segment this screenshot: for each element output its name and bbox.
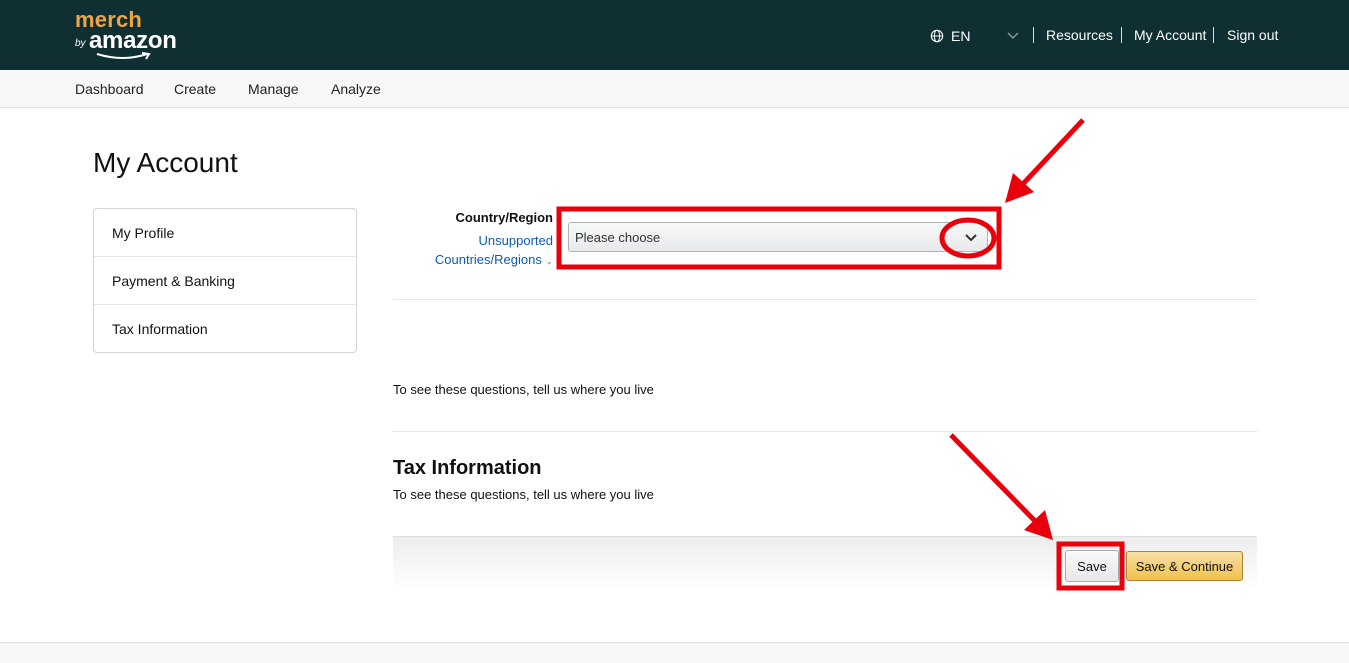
chevron-down-icon[interactable]	[961, 229, 981, 247]
logo-by-text: by	[75, 38, 86, 49]
sidebar-item-label: My Profile	[112, 224, 175, 241]
country-region-label: Country/Region	[455, 210, 554, 225]
account-sidebar: My Profile Payment & Banking Tax Informa…	[93, 208, 357, 353]
nav-analyze[interactable]: Analyze	[331, 81, 381, 97]
globe-icon	[930, 29, 944, 43]
my-account-link[interactable]: My Account	[1134, 24, 1206, 46]
unsupported-countries-link[interactable]: Unsupported Countries/Regions ⌄	[393, 231, 553, 271]
resources-link[interactable]: Resources	[1046, 24, 1113, 46]
tax-prompt: To see these questions, tell us where yo…	[393, 487, 654, 502]
country-select-value: Please choose	[575, 229, 661, 245]
annotation-arrow-line	[1020, 118, 1085, 187]
divider	[1213, 27, 1214, 43]
sidebar-item-tax-information[interactable]: Tax Information	[94, 305, 356, 353]
annotation-arrow-line	[949, 433, 1038, 524]
save-button[interactable]: Save	[1065, 550, 1119, 582]
divider	[1033, 27, 1034, 43]
logo-amazon-text: amazon	[89, 27, 177, 54]
merch-by-amazon-logo[interactable]: merch by amazon	[75, 8, 185, 64]
sidebar-item-my-profile[interactable]: My Profile	[94, 209, 356, 257]
main-nav: Dashboard Create Manage Analyze	[0, 70, 1349, 108]
unsupported-line1: Unsupported	[478, 233, 553, 248]
top-header: merch by amazon EN Resources My Account …	[0, 0, 1349, 70]
language-selector[interactable]: EN	[930, 26, 1019, 46]
save-and-continue-button[interactable]: Save & Continue	[1126, 551, 1243, 581]
nav-manage[interactable]: Manage	[248, 81, 299, 97]
unsupported-line2: Countries/Regions ⌄	[434, 252, 553, 267]
nav-dashboard[interactable]: Dashboard	[75, 81, 144, 97]
sign-out-link[interactable]: Sign out	[1227, 24, 1278, 46]
footer	[0, 642, 1349, 663]
page-title: My Account	[93, 147, 238, 178]
sidebar-item-label: Tax Information	[112, 321, 208, 337]
residence-prompt: To see these questions, tell us where yo…	[393, 382, 654, 397]
divider	[1121, 27, 1122, 43]
language-code: EN	[951, 28, 971, 44]
tax-information-heading: Tax Information	[393, 457, 542, 479]
sidebar-item-payment-banking[interactable]: Payment & Banking	[94, 257, 356, 305]
amazon-smile-icon	[96, 52, 151, 60]
chevron-down-icon: ⌄	[545, 256, 553, 266]
nav-create[interactable]: Create	[174, 81, 216, 97]
annotation-arrow-head	[1005, 173, 1034, 203]
divider	[393, 431, 1257, 432]
sidebar-item-label: Payment & Banking	[112, 272, 235, 289]
chevron-down-icon	[1007, 32, 1019, 40]
divider	[393, 299, 1257, 300]
country-select[interactable]: Please choose	[568, 222, 988, 252]
